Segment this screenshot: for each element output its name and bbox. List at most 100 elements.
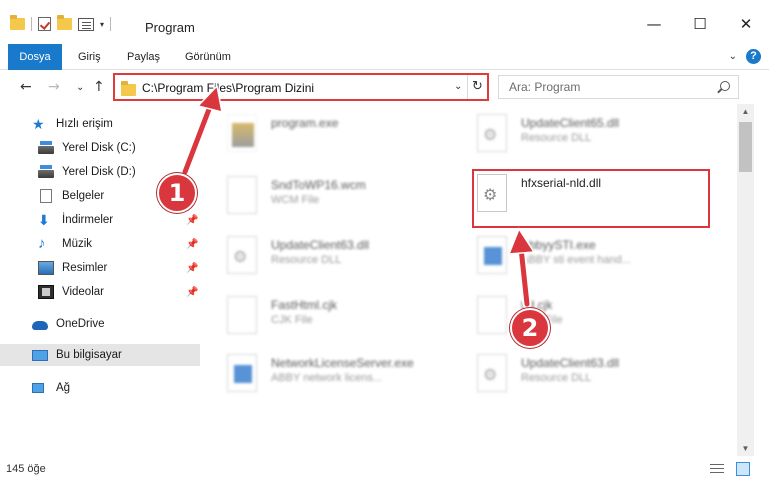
star-icon: ★: [32, 116, 45, 132]
file-item[interactable]: AbbyySTI.exe ABBY sti event hand...: [455, 232, 705, 284]
file-type: ABBY sti event hand...: [521, 254, 631, 266]
dll-file-icon: [477, 114, 507, 152]
vertical-scrollbar[interactable]: ▲ ▼: [737, 104, 754, 456]
file-name: program.exe: [271, 116, 339, 130]
videos-icon: [38, 285, 54, 299]
file-highlight-box: [472, 169, 710, 228]
file-item[interactable]: program.exe: [205, 110, 455, 162]
window-controls: — ☐ ✕: [631, 10, 769, 38]
maximize-button[interactable]: ☐: [677, 10, 723, 38]
music-icon: ♪: [38, 235, 46, 252]
file-item[interactable]: FastHtml.cjk CJK File: [205, 292, 455, 344]
pin-icon[interactable]: 📌: [186, 215, 198, 226]
file-icon: [227, 176, 257, 214]
expand-ribbon-chevron-down-icon[interactable]: ⌄: [729, 51, 737, 62]
up-button[interactable]: ↑: [93, 79, 105, 95]
dll-file-icon: [477, 354, 507, 392]
properties-check-icon[interactable]: [38, 17, 51, 31]
file-icon: [227, 296, 257, 334]
tab-share[interactable]: Paylaş: [127, 44, 160, 70]
file-item[interactable]: NetworkLicenseServer.exe ABBY network li…: [205, 350, 455, 402]
sidebar-item-this-pc[interactable]: Bu bilgisayar: [0, 344, 200, 366]
pin-icon[interactable]: 📌: [186, 287, 198, 298]
navigation-bar: ← → ⌄ ↑ C:\Program Files\Program Dizini …: [0, 70, 769, 104]
network-icon: [32, 383, 44, 393]
file-name: UpdateClient63.dll: [271, 238, 370, 252]
sidebar-item-network[interactable]: Ağ: [0, 377, 200, 399]
address-path[interactable]: C:\Program Files\Program Dizini: [142, 81, 314, 95]
pin-icon[interactable]: 📌: [186, 239, 198, 250]
window-title: Program: [145, 20, 195, 35]
toolbar-separator: [110, 17, 112, 31]
file-type: Resource DLL: [521, 132, 592, 144]
address-history-chevron-down-icon[interactable]: ⌄: [454, 81, 462, 92]
view-properties-icon[interactable]: [78, 17, 94, 31]
file-item[interactable]: SndToWP16.wcm WCM File: [205, 172, 455, 224]
file-type: Resource DLL: [521, 372, 592, 384]
sidebar-item-videos[interactable]: Videolar 📌: [0, 281, 200, 303]
sidebar-item-label: Yerel Disk (D:): [62, 166, 136, 178]
drive-icon: [38, 141, 54, 154]
file-item[interactable]: ttd.cjk CJK File: [455, 292, 705, 344]
pin-icon[interactable]: 📌: [186, 263, 198, 274]
file-type: WCM File: [271, 194, 320, 206]
scroll-down-icon[interactable]: ▼: [737, 444, 754, 453]
step-callout-1: 1: [157, 173, 197, 213]
tab-view[interactable]: Görünüm: [185, 44, 231, 70]
file-item[interactable]: UpdateClient65.dll Resource DLL: [455, 110, 705, 162]
sidebar-item-music[interactable]: ♪ Müzik 📌: [0, 233, 200, 255]
file-name: UpdateClient63.dll: [521, 356, 620, 370]
computer-icon: [32, 349, 48, 361]
sidebar-item-label: OneDrive: [56, 318, 105, 330]
ribbon-tabs: Dosya Giriş Paylaş Görünüm ⌄ ?: [0, 44, 769, 96]
file-type: Resource DLL: [271, 254, 342, 266]
address-bar[interactable]: C:\Program Files\Program Dizini ⌄ ↻: [113, 73, 489, 101]
file-name: AbbyySTI.exe: [521, 238, 596, 252]
minimize-button[interactable]: —: [631, 10, 677, 38]
file-icon: [477, 296, 507, 334]
sidebar-item-disk-c[interactable]: Yerel Disk (C:): [0, 137, 200, 159]
large-icons-view-icon[interactable]: [736, 462, 750, 476]
forward-button[interactable]: →: [48, 79, 60, 95]
file-name: SndToWP16.wcm: [271, 178, 366, 192]
sidebar-item-downloads[interactable]: ⬇ İndirmeler 📌: [0, 209, 200, 231]
tab-home[interactable]: Giriş: [78, 44, 101, 70]
sidebar-item-label: Yerel Disk (C:): [62, 142, 136, 154]
navigation-pane: ★ Hızlı erişim Yerel Disk (C:) Yerel Dis…: [0, 104, 205, 456]
recent-locations-chevron-down-icon[interactable]: ⌄: [76, 82, 84, 93]
scrollbar-thumb[interactable]: [739, 122, 752, 172]
sidebar-item-label: Hızlı erişim: [56, 118, 113, 130]
help-button[interactable]: ?: [746, 49, 761, 64]
close-button[interactable]: ✕: [723, 10, 769, 38]
scroll-up-icon[interactable]: ▲: [737, 107, 754, 116]
status-bar: 145 öğe: [0, 456, 769, 490]
title-bar: ▾ Program — ☐ ✕: [0, 0, 769, 44]
sidebar-item-label: Bu bilgisayar: [56, 349, 122, 361]
sidebar-item-quick-access[interactable]: ★ Hızlı erişim: [0, 113, 200, 135]
search-input[interactable]: Ara: Program: [509, 80, 580, 94]
file-item[interactable]: UpdateClient63.dll Resource DLL: [455, 350, 705, 402]
details-view-icon[interactable]: [710, 464, 724, 476]
file-list: program.exe UpdateClient65.dll Resource …: [205, 104, 737, 456]
back-button[interactable]: ←: [20, 79, 32, 95]
sidebar-item-label: Müzik: [62, 238, 93, 250]
drive-icon: [38, 165, 54, 178]
search-box[interactable]: Ara: Program: [498, 75, 739, 99]
customize-toolbar-chevron-down-icon[interactable]: ▾: [100, 20, 104, 29]
dll-file-icon: [227, 236, 257, 274]
new-folder-icon[interactable]: [57, 15, 72, 30]
downloads-icon: ⬇: [38, 212, 50, 228]
sidebar-item-pictures[interactable]: Resimler 📌: [0, 257, 200, 279]
sidebar-item-label: İndirmeler: [62, 214, 114, 226]
item-count: 145 öğe: [6, 463, 46, 475]
quick-access-toolbar: ▾: [10, 15, 112, 31]
sidebar-item-onedrive[interactable]: OneDrive: [0, 313, 200, 335]
file-name: NetworkLicenseServer.exe: [271, 356, 414, 370]
search-icon: [720, 81, 730, 91]
folder-icon: [10, 15, 25, 30]
refresh-button[interactable]: ↻: [467, 75, 487, 99]
sidebar-item-label: Resimler: [62, 262, 108, 274]
application-icon: [477, 236, 507, 274]
file-item[interactable]: UpdateClient63.dll Resource DLL: [205, 232, 455, 284]
file-name: UpdateClient65.dll: [521, 116, 620, 130]
